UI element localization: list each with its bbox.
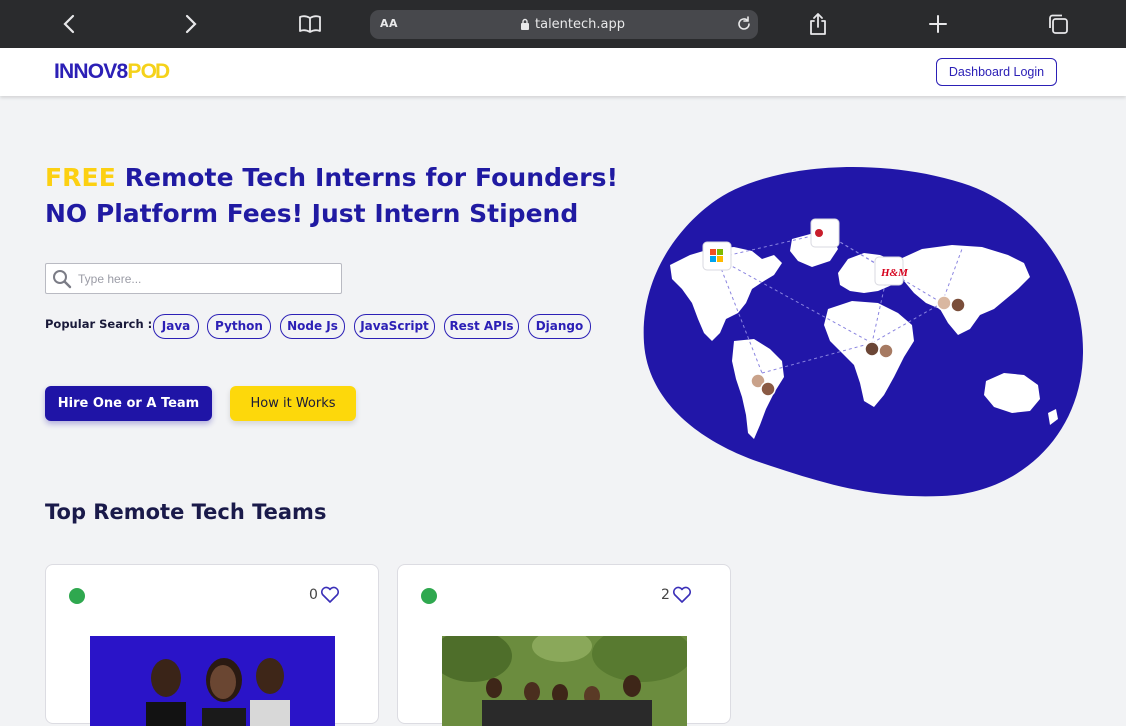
logo-text: INNOV8 (54, 60, 128, 83)
hero-headline-rest: Remote Tech Interns for Founders! (115, 163, 619, 192)
free-highlight: FREE (45, 163, 116, 192)
back-icon[interactable] (58, 12, 82, 36)
dashboard-login-button[interactable]: Dashboard Login (936, 58, 1057, 86)
popular-search-label: Popular Search : (45, 317, 153, 331)
svg-text:H&M: H&M (880, 267, 909, 279)
chip-javascript[interactable]: JavaScript (354, 314, 435, 339)
hero-headline-line2: NO Platform Fees! Just Intern Stipend (45, 199, 579, 228)
reader-mode-button[interactable]: AA (380, 17, 398, 30)
logo-text-accent: P (127, 60, 141, 83)
online-status-dot (69, 588, 85, 604)
heart-icon[interactable] (672, 586, 692, 604)
logo[interactable]: INNOV8POD (54, 60, 170, 84)
search-box (45, 263, 342, 294)
address-bar[interactable]: AA talentech.app (370, 10, 758, 39)
hire-team-button[interactable]: Hire One or A Team (45, 386, 212, 421)
section-heading: Top Remote Tech Teams (45, 500, 327, 524)
team-card[interactable]: 2 (397, 564, 731, 726)
url-text: talentech.app (535, 17, 625, 32)
like-count: 2 (661, 587, 670, 603)
chip-django[interactable]: Django (528, 314, 591, 339)
chip-java[interactable]: Java (153, 314, 199, 339)
online-status-dot (421, 588, 437, 604)
tabs-icon[interactable] (1046, 12, 1070, 36)
hero-headline-line1: FREE Remote Tech Interns for Founders! (45, 163, 618, 192)
chip-rest-apis[interactable]: Rest APIs (444, 314, 519, 339)
new-tab-icon[interactable] (926, 12, 950, 36)
like-count: 0 (309, 587, 318, 603)
team-photo (442, 636, 687, 726)
world-map-illustration: H&M (643, 166, 1084, 497)
chip-python[interactable]: Python (207, 314, 271, 339)
forward-icon[interactable] (178, 12, 202, 36)
share-icon[interactable] (806, 12, 830, 36)
team-photo (90, 636, 335, 726)
chip-nodejs[interactable]: Node Js (280, 314, 345, 339)
heart-icon[interactable] (320, 586, 340, 604)
logo-text-accent-2: OD (140, 60, 170, 83)
bookmarks-icon[interactable] (298, 12, 322, 36)
how-it-works-button[interactable]: How it Works (230, 386, 356, 421)
team-card[interactable]: 0 (45, 564, 379, 726)
browser-toolbar: AA talentech.app (0, 0, 1126, 48)
search-icon (53, 270, 72, 289)
lock-icon (521, 18, 529, 30)
search-input[interactable] (78, 270, 333, 288)
reload-icon[interactable] (735, 15, 753, 33)
